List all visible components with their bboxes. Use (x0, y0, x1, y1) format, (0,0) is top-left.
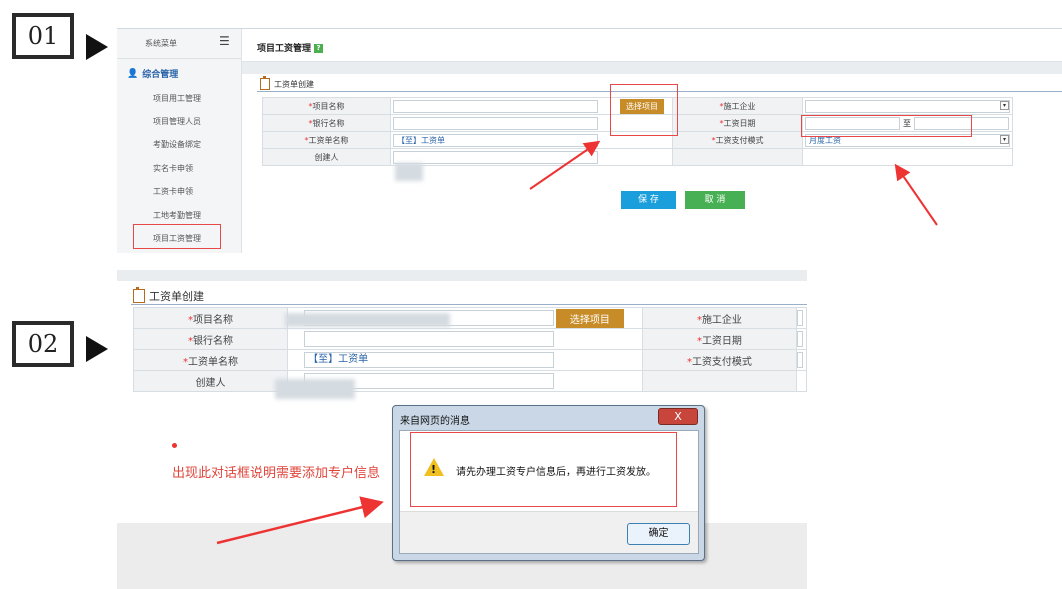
step-badge-02: 02 (12, 321, 74, 367)
step-badge-01: 01 (12, 13, 74, 59)
dialog-title: 来自网页的消息 (400, 416, 470, 427)
step-arrow-icon (86, 34, 108, 60)
annotation-arrow (894, 163, 938, 226)
annotation-arrows (529, 140, 938, 226)
close-button[interactable]: X (658, 408, 698, 425)
annotation-arrow (529, 140, 601, 190)
screenshot-one: 系统菜单 ☰ 👤 综合管理 项目用工管理 项目管理人员 考勤设备绑定 实名卡申领… (117, 28, 1062, 253)
step-number: 01 (16, 17, 70, 55)
dialog-footer: 确定 (400, 511, 698, 553)
highlight-box (410, 432, 677, 507)
annotation-arrow (216, 496, 384, 545)
ok-button[interactable]: 确定 (627, 523, 690, 545)
step-arrow-icon (86, 336, 108, 362)
step-number: 02 (16, 325, 70, 363)
